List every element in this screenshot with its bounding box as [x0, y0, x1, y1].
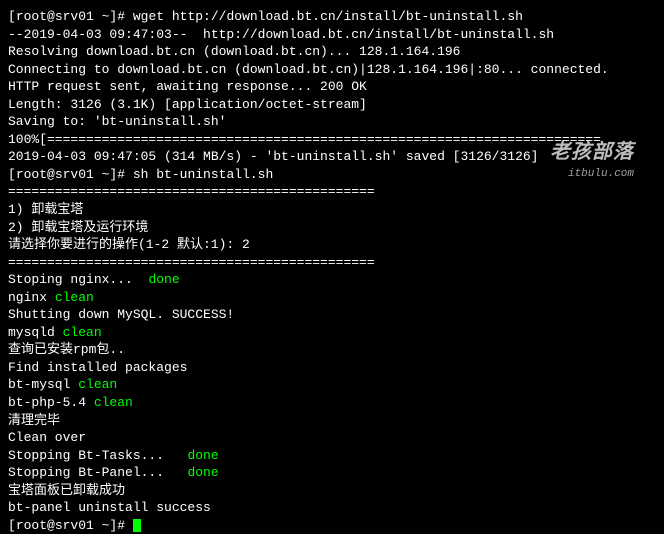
host: root@srv01 — [16, 518, 94, 533]
prompt-line[interactable]: [root@srv01 ~]# — [8, 517, 656, 534]
output-line: 查询已安装rpm包.. — [8, 341, 656, 359]
output-line: Saving to: 'bt-uninstall.sh' — [8, 113, 656, 131]
status-done: done — [187, 448, 218, 463]
progress-bar: 100%[===================================… — [8, 131, 656, 149]
host: root@srv01 — [16, 167, 94, 182]
output-line: Stopping Bt-Panel... done — [8, 464, 656, 482]
command: wget http://download.bt.cn/install/bt-un… — [125, 9, 523, 24]
output-line: --2019-04-03 09:47:03-- http://download.… — [8, 26, 656, 44]
prompt-line: [root@srv01 ~]# sh bt-uninstall.sh — [8, 166, 656, 184]
status-clean: clean — [63, 325, 102, 340]
output-line: 2019-04-03 09:47:05 (314 MB/s) - 'bt-uni… — [8, 148, 656, 166]
output-line: Length: 3126 (3.1K) [application/octet-s… — [8, 96, 656, 114]
menu-option: 2) 卸载宝塔及运行环境 — [8, 219, 656, 237]
separator: ========================================… — [8, 254, 656, 272]
output-line: 清理完毕 — [8, 412, 656, 430]
status-done: done — [187, 465, 218, 480]
status-clean: clean — [55, 290, 94, 305]
separator: ========================================… — [8, 183, 656, 201]
command: sh bt-uninstall.sh — [125, 167, 273, 182]
output-line: Connecting to download.bt.cn (download.b… — [8, 61, 656, 79]
output-line: mysqld clean — [8, 324, 656, 342]
output-line: bt-php-5.4 clean — [8, 394, 656, 412]
cursor-icon — [133, 519, 141, 532]
output-line: bt-mysql clean — [8, 376, 656, 394]
output-line: Stoping nginx... done — [8, 271, 656, 289]
output-line: Shutting down MySQL. SUCCESS! — [8, 306, 656, 324]
status-clean: clean — [78, 377, 117, 392]
status-clean: clean — [94, 395, 133, 410]
output-line: HTTP request sent, awaiting response... … — [8, 78, 656, 96]
output-line: Clean over — [8, 429, 656, 447]
prompt-line: [root@srv01 ~]# wget http://download.bt.… — [8, 8, 656, 26]
status-done: done — [148, 272, 179, 287]
host: root@srv01 — [16, 9, 94, 24]
output-line: 宝塔面板已卸载成功 — [8, 482, 656, 500]
output-line: Find installed packages — [8, 359, 656, 377]
output-line: Resolving download.bt.cn (download.bt.cn… — [8, 43, 656, 61]
output-line: nginx clean — [8, 289, 656, 307]
prompt-input: 请选择你要进行的操作(1-2 默认:1): 2 — [8, 236, 656, 254]
menu-option: 1) 卸载宝塔 — [8, 201, 656, 219]
output-line: Stopping Bt-Tasks... done — [8, 447, 656, 465]
output-line: bt-panel uninstall success — [8, 499, 656, 517]
